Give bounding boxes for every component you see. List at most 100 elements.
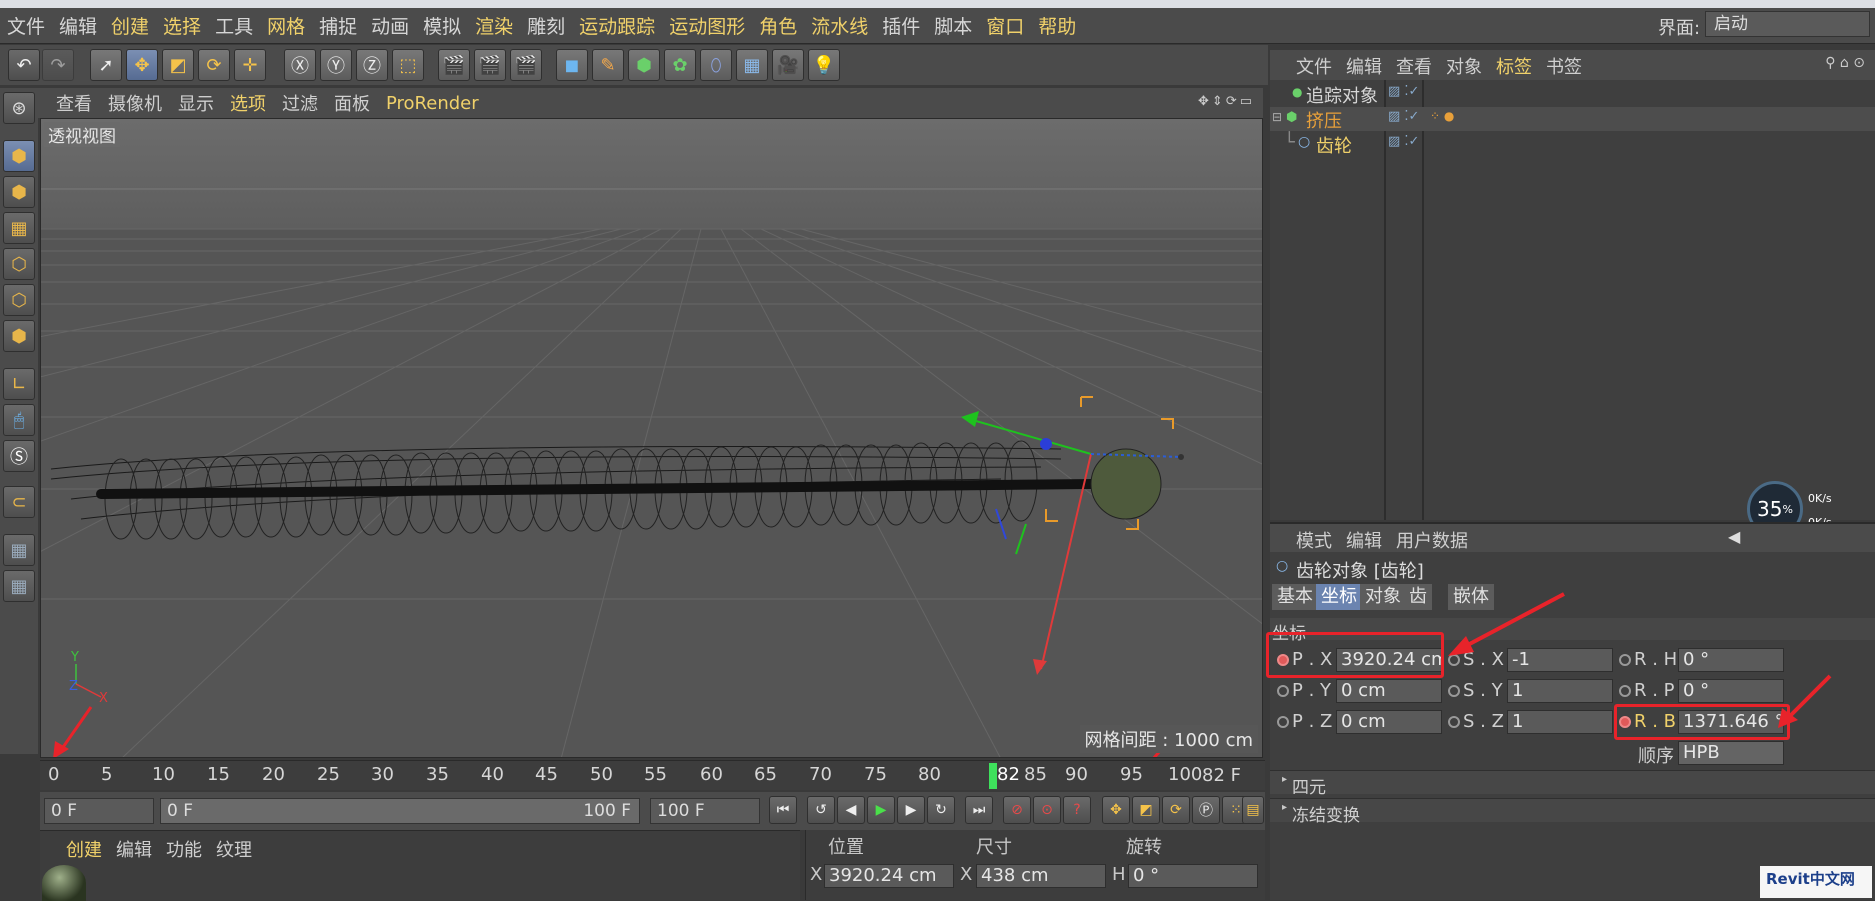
om-menu-edit[interactable]: 编辑 xyxy=(1346,53,1382,79)
viewport-menu-cameras[interactable]: 摄像机 xyxy=(100,90,170,116)
model-mode-icon[interactable]: ⊛ xyxy=(3,92,35,124)
move-icon[interactable]: ✥ xyxy=(126,49,158,81)
viewport-menu-panel[interactable]: 面板 xyxy=(326,90,378,116)
visibility-toggle-icon[interactable]: ▨ ⁚✓ xyxy=(1388,84,1419,99)
tab-basic[interactable]: 基本 xyxy=(1272,584,1318,610)
object-mode-icon[interactable]: ⬢ xyxy=(3,140,35,172)
py-field[interactable]: 0 cm xyxy=(1336,679,1442,703)
tab-object[interactable]: 对象 xyxy=(1360,584,1406,610)
cloner-icon[interactable]: ✿ xyxy=(664,49,696,81)
prev-key-icon[interactable]: ↺ xyxy=(807,796,835,824)
keyframe-dot-sz[interactable] xyxy=(1448,716,1460,728)
render-picture-viewer-icon[interactable]: 🎬 xyxy=(474,49,506,81)
menu-plugins[interactable]: 插件 xyxy=(875,12,927,39)
am-menu-mode[interactable]: 模式 xyxy=(1296,527,1332,553)
keyframe-dot-py[interactable] xyxy=(1277,685,1289,697)
menu-pipeline[interactable]: 流水线 xyxy=(804,12,875,39)
viewport-nav-icons[interactable]: ✥⇕⟳▭ xyxy=(1198,94,1255,109)
subdivision-icon[interactable]: ⬢ xyxy=(628,49,660,81)
deformer-icon[interactable]: ⬯ xyxy=(700,49,732,81)
layout-select[interactable]: 启动 xyxy=(1705,11,1870,37)
collapsed-section-quaternion[interactable]: ▸ 四元 xyxy=(1270,770,1875,798)
render-settings-icon[interactable]: 🎬 xyxy=(510,49,542,81)
points-mode-icon[interactable]: ⬡ xyxy=(3,248,35,280)
material-menu-edit[interactable]: 编辑 xyxy=(116,836,152,862)
menu-render[interactable]: 渲染 xyxy=(468,12,520,39)
menu-script[interactable]: 脚本 xyxy=(927,12,979,39)
redo-icon[interactable]: ↷ xyxy=(42,49,74,81)
play-icon[interactable]: ▶ xyxy=(867,796,895,824)
pen-spline-icon[interactable]: ✎ xyxy=(592,49,624,81)
key-param-icon[interactable]: Ⓟ xyxy=(1192,796,1220,824)
menu-simulate[interactable]: 模拟 xyxy=(416,12,468,39)
last-tool-icon[interactable]: ✛ xyxy=(234,49,266,81)
am-menu-userdata[interactable]: 用户数据 xyxy=(1396,527,1468,553)
viewport-menu-options[interactable]: 选项 xyxy=(222,90,274,116)
menu-character[interactable]: 角色 xyxy=(752,12,804,39)
menu-snap[interactable]: 捕捉 xyxy=(312,12,364,39)
next-key-icon[interactable]: ↻ xyxy=(927,796,955,824)
start-frame-field[interactable]: 0 F xyxy=(44,798,154,824)
prev-frame-icon[interactable]: ◀ xyxy=(837,796,865,824)
sz-field[interactable]: 1 xyxy=(1507,710,1613,734)
collapsed-section-freeze[interactable]: ▸ 冻结变换 xyxy=(1270,798,1875,826)
material-menu-create[interactable]: 创建 xyxy=(66,836,102,862)
frame-range-slider[interactable]: 0 F 100 F xyxy=(160,798,640,824)
viewport-menu-prorender[interactable]: ProRender xyxy=(378,93,487,114)
texture-mode-icon[interactable]: ⬢ xyxy=(3,176,35,208)
tab-teeth[interactable]: 齿 xyxy=(1404,584,1432,610)
menu-motion-tracking[interactable]: 运动跟踪 xyxy=(572,12,662,39)
goto-end-icon[interactable]: ⏭ xyxy=(965,796,993,824)
visibility-toggle-icon[interactable]: ▨ ⁚✓ xyxy=(1388,109,1419,124)
edges-mode-icon[interactable]: ⬡ xyxy=(3,284,35,316)
object-row[interactable]: └ ○ 齿轮 ▨ ⁚✓ xyxy=(1270,132,1875,157)
x-axis-icon[interactable]: Ⓧ xyxy=(284,49,316,81)
timeline-ruler[interactable]: 0 5 10 15 20 25 30 35 40 45 50 55 60 65 … xyxy=(40,760,1265,790)
planar-workplane-icon[interactable]: ▦ xyxy=(3,570,35,602)
coord-system-icon[interactable]: ⬚ xyxy=(392,49,424,81)
coords-size-x-field[interactable]: 438 cm xyxy=(976,864,1106,888)
menu-sculpt[interactable]: 雕刻 xyxy=(520,12,572,39)
undo-icon[interactable]: ↶ xyxy=(8,49,40,81)
viewport-menu-filter[interactable]: 过滤 xyxy=(274,90,326,116)
menu-create[interactable]: 创建 xyxy=(104,12,156,39)
object-row[interactable]: ● 追踪对象 ▨ ⁚✓ xyxy=(1270,82,1875,107)
object-row[interactable]: ⊟ ⬢ 挤压 ▨ ⁚✓ ⁘ ● xyxy=(1270,107,1875,132)
om-menu-objects[interactable]: 对象 xyxy=(1446,53,1482,79)
render-view-icon[interactable]: 🎬 xyxy=(438,49,470,81)
back-arrow-icon[interactable]: ◀ xyxy=(1728,527,1740,546)
polygons-mode-icon[interactable]: ⬢ xyxy=(3,320,35,352)
tweak-mode-icon[interactable]: 🖱 xyxy=(3,404,35,436)
snap-icon[interactable]: Ⓢ xyxy=(3,440,35,472)
material-tag-icon[interactable]: ⁘ ● xyxy=(1430,109,1454,123)
scale-icon[interactable]: ◩ xyxy=(162,49,194,81)
rh-field[interactable]: 0 ° xyxy=(1678,648,1784,672)
goto-start-icon[interactable]: ⏮ xyxy=(769,796,797,824)
next-frame-icon[interactable]: ▶ xyxy=(897,796,925,824)
z-axis-icon[interactable]: Ⓩ xyxy=(356,49,388,81)
om-menu-view[interactable]: 查看 xyxy=(1396,53,1432,79)
menu-window[interactable]: 窗口 xyxy=(979,12,1031,39)
record-keys-icon[interactable]: ⊘ xyxy=(1003,796,1031,824)
material-menu-texture[interactable]: 纹理 xyxy=(216,836,252,862)
timeline-scheme-icon[interactable]: ▤ xyxy=(1242,796,1264,824)
coords-rotation-h-field[interactable]: 0 ° xyxy=(1128,864,1258,888)
menu-select[interactable]: 选择 xyxy=(156,12,208,39)
cube-icon[interactable]: ◼ xyxy=(556,49,588,81)
workplane-mode-icon[interactable]: ▦ xyxy=(3,212,35,244)
keyframe-selection-icon[interactable]: ? xyxy=(1063,796,1091,824)
coords-position-x-field[interactable]: 3920.24 cm xyxy=(824,864,954,888)
am-menu-edit[interactable]: 编辑 xyxy=(1346,527,1382,553)
rotate-icon[interactable]: ⟳ xyxy=(198,49,230,81)
end-frame-field[interactable]: 100 F xyxy=(650,798,760,824)
menu-file[interactable]: 文件 xyxy=(0,12,52,39)
viewport-menu-view[interactable]: 查看 xyxy=(48,90,100,116)
menu-help[interactable]: 帮助 xyxy=(1031,12,1083,39)
viewport-perspective[interactable]: Y X Z 透视视图 网格间距 : 1000 cm xyxy=(40,118,1263,758)
om-menu-file[interactable]: 文件 xyxy=(1296,53,1332,79)
lock-workplane-icon[interactable]: ▦ xyxy=(3,534,35,566)
menu-mesh[interactable]: 网格 xyxy=(260,12,312,39)
menu-tools[interactable]: 工具 xyxy=(208,12,260,39)
key-scale-icon[interactable]: ◩ xyxy=(1132,796,1160,824)
om-menu-tags[interactable]: 标签 xyxy=(1496,53,1532,79)
